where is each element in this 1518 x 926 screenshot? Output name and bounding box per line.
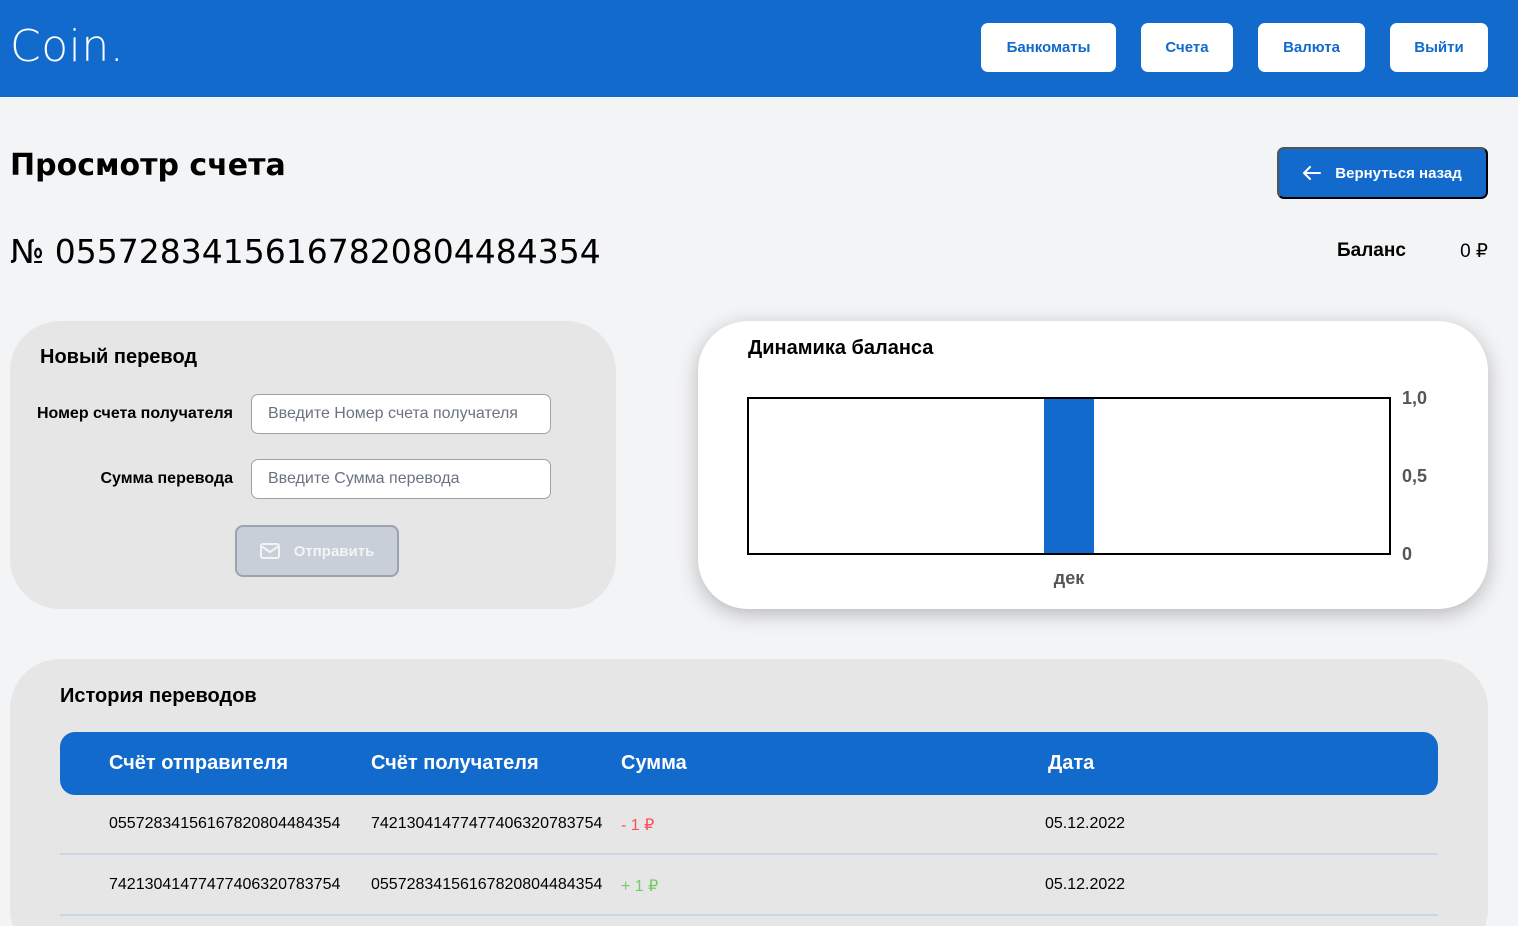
back-button[interactable]: Вернуться назад xyxy=(1277,147,1488,199)
table-header: Счёт отправителя Счёт получателя Сумма Д… xyxy=(60,732,1438,795)
column-header-recipient: Счёт получателя xyxy=(371,752,539,774)
column-header-date: Дата xyxy=(1048,752,1095,774)
cell-sender: 74213041477477406320783754 xyxy=(109,876,341,893)
recipient-account-label: Номер счета получателя xyxy=(36,405,233,422)
arrow-left-icon xyxy=(1303,166,1322,180)
chart-x-tick-label: дек xyxy=(1054,568,1085,588)
column-header-sender: Счёт отправителя xyxy=(109,752,289,774)
nav-atms-button[interactable]: Банкоматы xyxy=(981,23,1116,72)
chart-y-tick-label: 1,0 xyxy=(1402,388,1427,408)
balance-label: Баланс xyxy=(1337,240,1406,261)
logo: Coin. xyxy=(10,21,125,72)
balance-chart-card: Динамика баланса дек 0 0,5 1,0 xyxy=(698,321,1488,609)
cell-date: 05.12.2022 xyxy=(1045,876,1126,893)
send-button-label: Отправить xyxy=(293,542,375,560)
cell-recipient: 74213041477477406320783754 xyxy=(371,815,603,832)
chart-y-tick-label: 0 xyxy=(1402,544,1412,564)
table-row: 74213041477477406320783754 0557283415616… xyxy=(60,856,1438,916)
nav-accounts-button[interactable]: Счета xyxy=(1141,23,1233,72)
new-transfer-title: Новый перевод xyxy=(40,346,198,368)
transfer-history-card: История переводов Счёт отправителя Счёт … xyxy=(10,659,1488,926)
recipient-account-input[interactable] xyxy=(251,394,551,434)
chart-y-tick-label: 0,5 xyxy=(1402,466,1427,486)
send-button[interactable]: Отправить xyxy=(235,525,399,577)
cell-amount: - 1 ₽ xyxy=(621,817,655,834)
account-number: № 05572834156167820804484354 xyxy=(10,232,601,271)
amount-input[interactable] xyxy=(251,459,551,499)
cell-amount: + 1 ₽ xyxy=(621,878,659,895)
column-header-amount: Сумма xyxy=(621,752,687,774)
back-button-label: Вернуться назад xyxy=(1335,164,1462,182)
nav-currency-button[interactable]: Валюта xyxy=(1258,23,1365,72)
cell-date: 05.12.2022 xyxy=(1045,815,1126,832)
nav-logout-button[interactable]: Выйти xyxy=(1390,23,1488,72)
page-title: Просмотр счета xyxy=(10,148,286,183)
balance-chart: дек 0 0,5 1,0 xyxy=(747,388,1427,588)
amount-label: Сумма перевода xyxy=(100,470,233,487)
cell-recipient: 05572834156167820804484354 xyxy=(371,876,603,893)
history-title: История переводов xyxy=(60,685,257,707)
chart-bar xyxy=(1044,398,1094,554)
cell-sender: 05572834156167820804484354 xyxy=(109,815,341,832)
header: Coin. Банкоматы Счета Валюта Выйти xyxy=(0,0,1518,97)
balance-value: 0 ₽ xyxy=(1460,241,1488,262)
envelope-icon xyxy=(259,543,280,559)
table-row: 05572834156167820804484354 7421304147747… xyxy=(60,795,1438,855)
new-transfer-card: Новый перевод Номер счета получателя Сум… xyxy=(10,321,616,609)
